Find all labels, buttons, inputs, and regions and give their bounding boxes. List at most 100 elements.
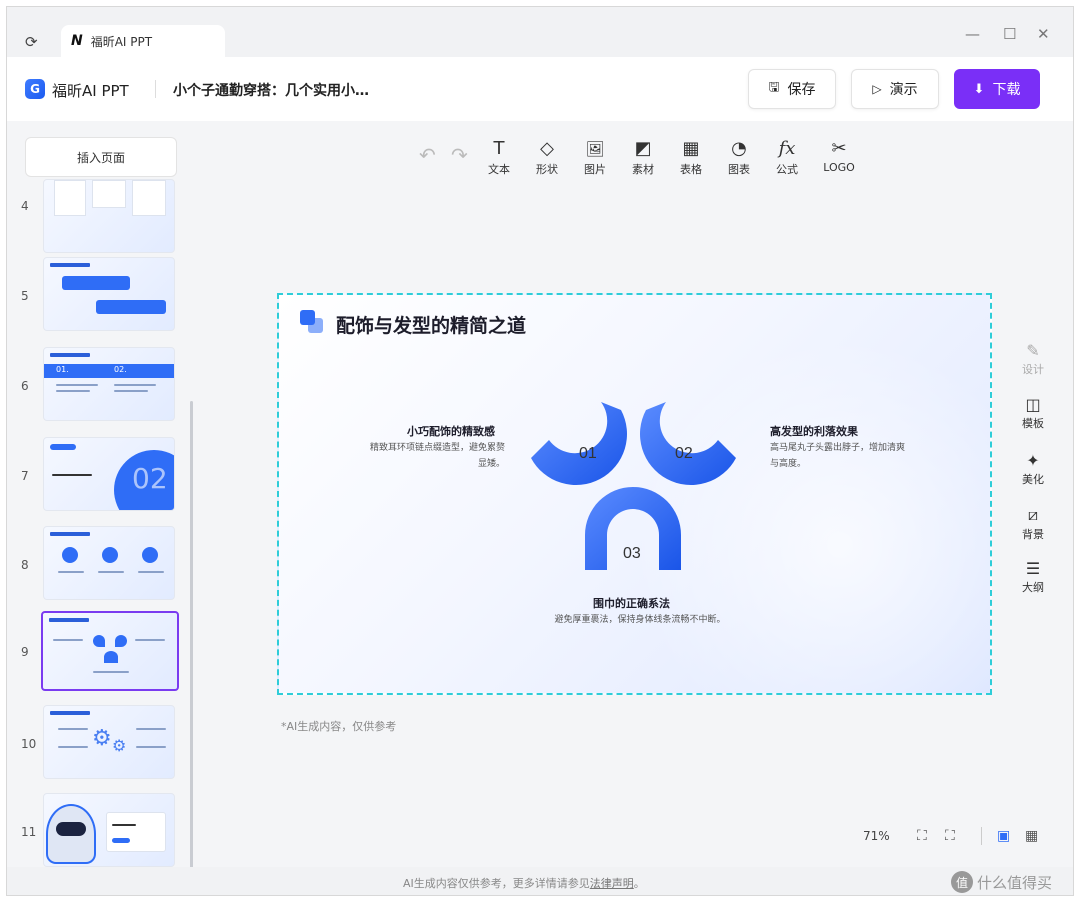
- point1-heading[interactable]: 小巧配饰的精致感: [407, 423, 495, 439]
- document-title[interactable]: 小个子通勤穿搭：几个实用小…: [173, 80, 369, 100]
- outline-button[interactable]: ☰ 大纲: [1017, 559, 1049, 595]
- thumbnail-row[interactable]: 8: [7, 526, 193, 606]
- chart-icon: ◔: [731, 138, 747, 159]
- ai-generated-note: *AI生成内容，仅供参考: [281, 720, 397, 733]
- minimize-icon[interactable]: —: [965, 25, 980, 43]
- page-number: 11: [21, 825, 37, 839]
- fit-screen-icon[interactable]: ⛶: [917, 828, 927, 844]
- background-button[interactable]: ⧄ 背景: [1017, 505, 1049, 542]
- download-button[interactable]: ⬇ 下载: [954, 69, 1040, 109]
- image-tool-button[interactable]: 🖼 图片: [575, 139, 615, 177]
- play-icon: ▷: [872, 82, 882, 96]
- tool-label: 表格: [680, 163, 702, 176]
- grid-view-icon[interactable]: ▦: [1025, 828, 1038, 844]
- formula-icon: fx: [778, 138, 796, 159]
- slide-thumbnail[interactable]: ⚙ ⚙: [43, 705, 175, 779]
- tool-label: 图片: [584, 163, 606, 176]
- thumb-big-number: 02: [132, 462, 168, 495]
- footer-text: AI生成内容仅供参考，更多详情请参见: [403, 877, 590, 890]
- shape-tool-button[interactable]: ◇ 形状: [527, 139, 567, 177]
- thumbnail-row[interactable]: 11: [7, 793, 193, 867]
- point3-body[interactable]: 避免厚重裹法，保持身体线条流畅不中断。: [535, 613, 745, 628]
- point3-heading[interactable]: 围巾的正确系法: [593, 595, 670, 611]
- legal-notice-link[interactable]: 法律声明: [590, 877, 634, 890]
- footer-text-end: 。: [633, 877, 645, 890]
- thumbnail-row[interactable]: 7 02: [7, 437, 193, 517]
- insert-page-button[interactable]: 插入页面: [25, 137, 177, 177]
- thumbnail-row[interactable]: 4: [7, 179, 193, 267]
- shape-icon: ◇: [540, 138, 554, 159]
- thumbnail-row[interactable]: 6 01. 02.: [7, 347, 193, 427]
- gear-icon: ⚙: [112, 736, 127, 755]
- maximize-icon[interactable]: ☐: [1003, 25, 1016, 43]
- pen-icon: ✎: [1026, 341, 1040, 360]
- slide-thumbnail[interactable]: [43, 257, 175, 331]
- watermark-icon: 值: [951, 871, 973, 893]
- tool-label: 文本: [488, 163, 510, 176]
- page-number: 7: [21, 469, 29, 483]
- arc-number-02: 02: [675, 445, 693, 462]
- tool-label: 形状: [536, 163, 558, 176]
- thumb-label-02: 02.: [114, 365, 127, 374]
- slide-thumbnail[interactable]: [43, 526, 175, 600]
- chart-tool-button[interactable]: ◔ 图表: [719, 139, 759, 177]
- app-name: 福昕AI PPT: [52, 82, 129, 100]
- thumbnail-row[interactable]: 5: [7, 257, 193, 337]
- outline-icon: ☰: [1025, 559, 1041, 578]
- app-logo-icon: N: [71, 33, 83, 49]
- table-icon: ▦: [682, 138, 700, 159]
- app-header: G 福昕AI PPT 小个子通勤穿搭：几个实用小… 🖫 保存 ▷ 演示 ⬇ 下载: [7, 57, 1073, 121]
- slide-thumbnail[interactable]: 02: [43, 437, 175, 511]
- design-button[interactable]: ✎ 设计: [1017, 341, 1049, 377]
- slide-thumbnail[interactable]: [43, 179, 175, 253]
- point2-heading[interactable]: 高发型的利落效果: [770, 423, 858, 439]
- slide-thumbnail[interactable]: 01. 02.: [43, 347, 175, 421]
- slide-thumbnail[interactable]: [43, 793, 175, 867]
- arc-number-03: 03: [623, 545, 641, 562]
- tool-label: 公式: [776, 163, 798, 176]
- logo-tool-button[interactable]: ✂ LOGO: [819, 139, 859, 175]
- undo-icon[interactable]: ↶: [419, 143, 436, 167]
- tab-title: 福昕AI PPT: [90, 34, 153, 49]
- rail-label: 背景: [1022, 528, 1044, 541]
- page-number: 4: [21, 199, 29, 213]
- point2-body-line1[interactable]: 高马尾丸子头露出脖子，增加清爽: [770, 441, 940, 456]
- material-tool-button[interactable]: ◩ 素材: [623, 139, 663, 177]
- three-arc-diagram[interactable]: 01 02 03: [531, 400, 736, 575]
- tab-strip: ⟳ N 福昕AI PPT — ☐ ✕: [7, 7, 1073, 57]
- beautify-button[interactable]: ✦ 美化: [1017, 451, 1049, 487]
- thumbnail-row-selected[interactable]: 9: [7, 611, 193, 693]
- page-number: 9: [21, 645, 29, 659]
- fullscreen-icon[interactable]: ⛶: [945, 828, 955, 844]
- text-tool-button[interactable]: T 文本: [479, 139, 519, 177]
- zoom-level[interactable]: 71%: [863, 829, 890, 843]
- save-button[interactable]: 🖫 保存: [748, 69, 836, 109]
- redo-icon[interactable]: ↷: [451, 143, 468, 167]
- tab-active[interactable]: N 福昕AI PPT: [61, 25, 225, 57]
- tool-label: LOGO: [823, 161, 855, 174]
- point2-body-line2[interactable]: 与高度。: [770, 457, 940, 472]
- thumb-label-01: 01.: [56, 365, 69, 374]
- formula-tool-button[interactable]: fx 公式: [767, 139, 807, 177]
- thumbnail-row[interactable]: 10 ⚙ ⚙: [7, 705, 193, 785]
- table-tool-button[interactable]: ▦ 表格: [671, 139, 711, 177]
- slide-title[interactable]: 配饰与发型的精简之道: [336, 311, 526, 338]
- slide-thumbnail-panel: 插入页面 4 5 6 01. 02. 7 02 8 9 10 ⚙ ⚙ 11: [7, 121, 193, 867]
- single-view-icon[interactable]: ▣: [997, 828, 1010, 844]
- present-button[interactable]: ▷ 演示: [851, 69, 939, 109]
- arc-number-01: 01: [579, 445, 597, 462]
- slide-canvas[interactable]: 配饰与发型的精简之道 小巧配饰的精致感 精致耳环项链点缀造型，避免累赘 显矮。 …: [277, 293, 992, 695]
- template-button[interactable]: ◫ 模板: [1017, 395, 1049, 431]
- arc-shape-01: [531, 402, 627, 485]
- point1-body-line2[interactable]: 显矮。: [345, 457, 505, 472]
- slide-thumbnail-selected[interactable]: [41, 611, 179, 691]
- close-icon[interactable]: ✕: [1037, 25, 1050, 43]
- image-icon: 🖼: [585, 140, 605, 158]
- point1-body-line1[interactable]: 精致耳环项链点缀造型，避免累赘: [345, 441, 505, 456]
- title-decoration-icon: [300, 310, 323, 333]
- rail-label: 大纲: [1022, 581, 1044, 594]
- watermark: 值 什么值得买: [951, 871, 1052, 893]
- material-icon: ◩: [634, 138, 652, 159]
- app-window: ⟳ N 福昕AI PPT — ☐ ✕ G 福昕AI PPT 小个子通勤穿搭：几个…: [6, 6, 1074, 896]
- refresh-icon[interactable]: ⟳: [25, 33, 38, 51]
